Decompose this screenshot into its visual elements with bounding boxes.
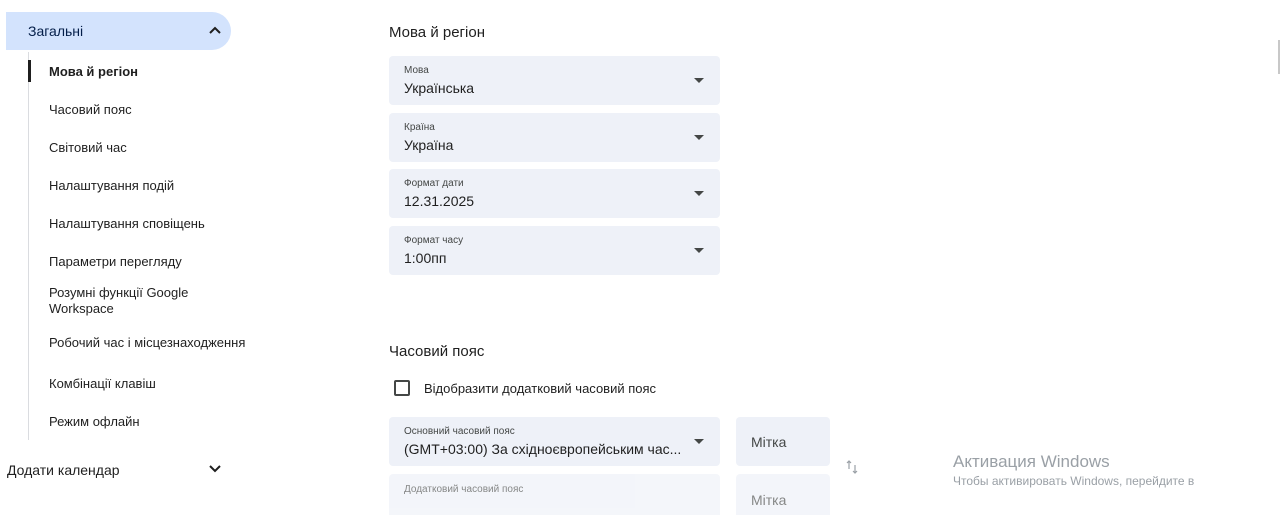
swap-timezones-icon[interactable] bbox=[845, 459, 859, 475]
dropdown-caret-icon bbox=[694, 439, 704, 444]
country-select-value: Україна bbox=[404, 137, 454, 153]
dropdown-caret-icon bbox=[694, 78, 704, 83]
date-format-select[interactable]: Формат дати 12.31.2025 bbox=[389, 169, 720, 218]
language-select-value: Українська bbox=[404, 80, 475, 96]
time-format-select[interactable]: Формат часу 1:00пп bbox=[389, 226, 720, 275]
show-secondary-timezone-checkbox[interactable] bbox=[394, 380, 410, 396]
add-calendar-label: Додати календар bbox=[7, 462, 120, 478]
primary-timezone-value: (GMT+03:00) За східноєвропейським час... bbox=[404, 441, 682, 457]
time-format-select-value: 1:00пп bbox=[404, 250, 447, 266]
primary-timezone-tag-input[interactable]: Мітка bbox=[736, 417, 830, 466]
windows-activation-subtitle: Чтобы активировать Windows, перейдите в bbox=[953, 474, 1195, 488]
sidebar-group-general[interactable]: Загальні bbox=[6, 12, 231, 50]
dropdown-caret-icon bbox=[694, 135, 704, 140]
scrollbar-thumb[interactable] bbox=[1278, 40, 1280, 74]
settings-main: Мова й регіон Мова Українська Країна Укр… bbox=[389, 0, 1269, 515]
date-format-select-value: 12.31.2025 bbox=[404, 193, 475, 209]
sidebar-item-event-settings[interactable]: Налаштування подій bbox=[29, 166, 248, 204]
sidebar-nav: Мова й регіон Часовий пояс Світовий час … bbox=[28, 52, 248, 440]
secondary-timezone-select[interactable]: Додатковий часовий пояс bbox=[389, 474, 720, 515]
sidebar-group-label: Загальні bbox=[28, 23, 84, 39]
secondary-timezone-tag-input[interactable]: Мітка bbox=[736, 474, 830, 515]
sidebar-item-notification-settings[interactable]: Налаштування сповіщень bbox=[29, 204, 248, 242]
sidebar-group-add-calendar[interactable]: Додати календар bbox=[0, 452, 231, 488]
settings-sidebar: Загальні Мова й регіон Часовий пояс Світ… bbox=[0, 0, 260, 515]
windows-activation-watermark: Активация Windows Чтобы активировать Win… bbox=[953, 452, 1194, 488]
sidebar-item-world-clock[interactable]: Світовий час bbox=[29, 128, 248, 166]
sidebar-item-smart-features[interactable]: Розумні функції Google Workspace bbox=[29, 280, 248, 322]
chevron-up-icon bbox=[209, 26, 221, 36]
language-select[interactable]: Мова Українська bbox=[389, 56, 720, 105]
sidebar-item-timezone[interactable]: Часовий пояс bbox=[29, 90, 248, 128]
sidebar-item-offline[interactable]: Режим офлайн bbox=[29, 402, 248, 440]
sidebar-item-working-hours[interactable]: Робочий час і місцезнаходження bbox=[29, 322, 248, 364]
show-secondary-timezone-row[interactable]: Відобразити додатковий часовий пояс bbox=[394, 380, 656, 396]
language-select-label: Мова bbox=[404, 65, 429, 76]
secondary-timezone-label: Додатковий часовий пояс bbox=[404, 484, 524, 495]
country-select[interactable]: Країна Україна bbox=[389, 113, 720, 162]
section-title-timezone: Часовий пояс bbox=[389, 343, 485, 360]
chevron-down-icon bbox=[209, 465, 221, 475]
time-format-select-label: Формат часу bbox=[404, 235, 464, 246]
sidebar-item-view-options[interactable]: Параметри перегляду bbox=[29, 242, 248, 280]
date-format-select-label: Формат дати bbox=[404, 178, 464, 189]
country-select-label: Країна bbox=[404, 122, 435, 133]
section-title-language-region: Мова й регіон bbox=[389, 24, 485, 41]
primary-timezone-select[interactable]: Основний часовий пояс (GMT+03:00) За схі… bbox=[389, 417, 720, 466]
primary-timezone-label: Основний часовий пояс bbox=[404, 426, 515, 437]
sidebar-item-keyboard-shortcuts[interactable]: Комбінації клавіш bbox=[29, 364, 248, 402]
show-secondary-timezone-label: Відобразити додатковий часовий пояс bbox=[424, 380, 657, 396]
dropdown-caret-icon bbox=[694, 191, 704, 196]
dropdown-caret-icon bbox=[694, 248, 704, 253]
windows-activation-title: Активация Windows bbox=[953, 452, 1110, 471]
sidebar-item-language-region[interactable]: Мова й регіон bbox=[28, 52, 248, 90]
settings-page: Загальні Мова й регіон Часовий пояс Світ… bbox=[0, 0, 1281, 515]
